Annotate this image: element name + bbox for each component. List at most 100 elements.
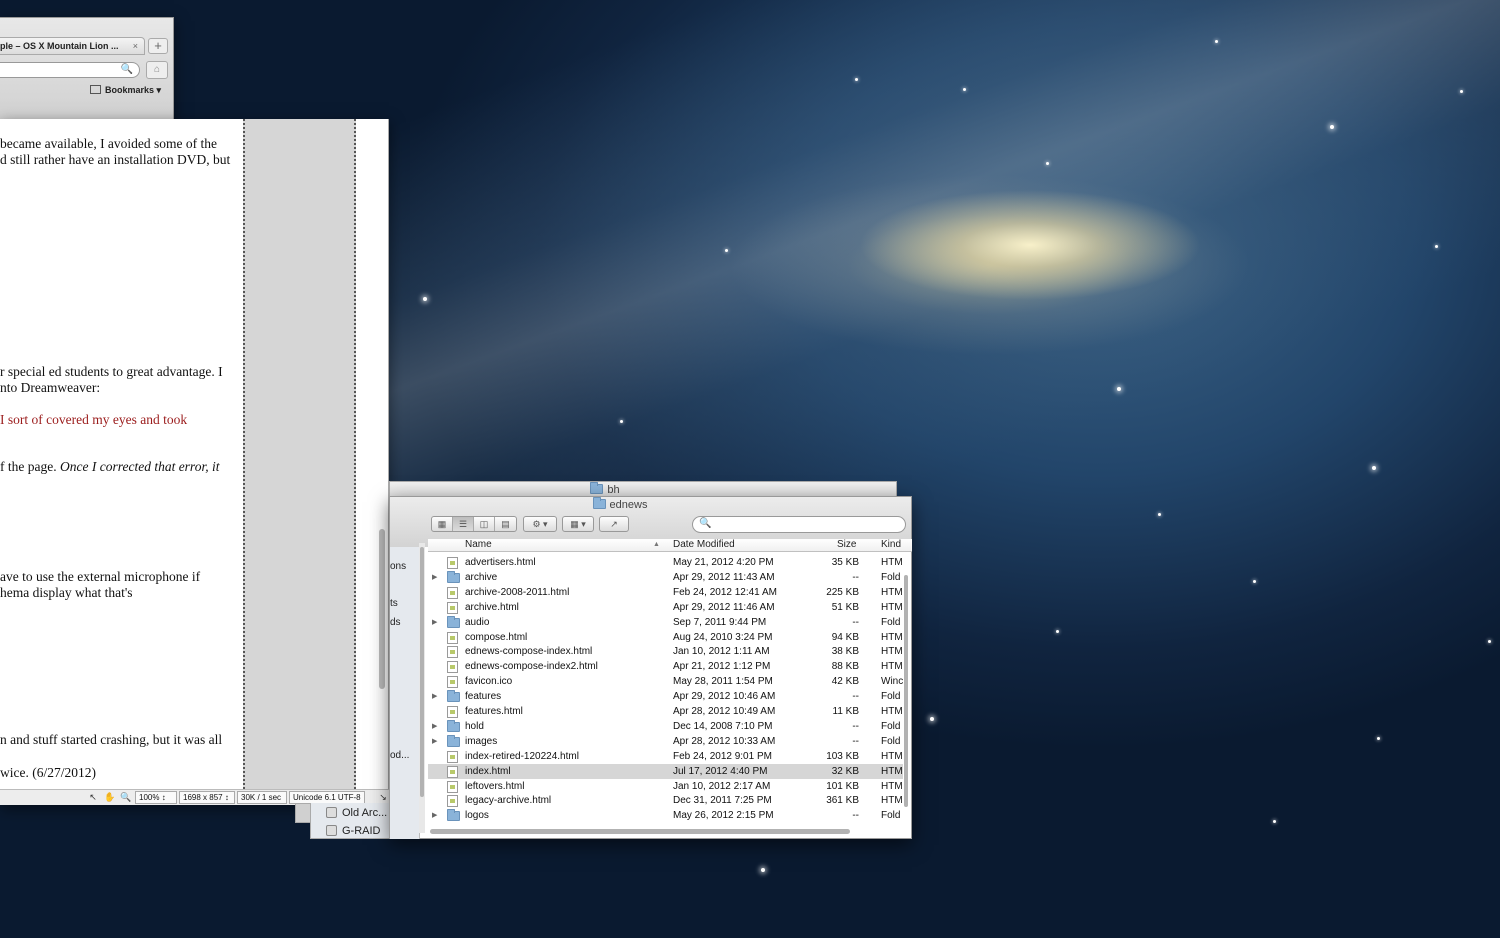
search-field[interactable]: 🔍	[692, 516, 906, 533]
device-item[interactable]: G-RAID	[326, 825, 381, 837]
file-name: images	[465, 735, 498, 747]
file-size: --	[852, 691, 859, 703]
disclosure-triangle-icon[interactable]: ▶	[432, 734, 437, 749]
window-edge	[295, 803, 311, 823]
page-margin-guide	[243, 119, 356, 789]
table-row[interactable]: advertisers.html May 21, 2012 4:20 PM 35 K…	[428, 555, 903, 570]
table-row[interactable]: ▶ audio Sep 7, 2011 9:44 PM -- Fold	[428, 615, 903, 630]
bookmarks-menu[interactable]: Bookmarks ▾	[90, 85, 161, 96]
doc-line: r special ed students to great advantage…	[0, 364, 223, 379]
table-row[interactable]: ▶ images Apr 28, 2012 10:33 AM -- Fold	[428, 734, 903, 749]
arrange-icon: ▦ ▾	[570, 519, 586, 529]
table-row[interactable]: ▶ archive Apr 29, 2012 11:43 AM -- Fold	[428, 570, 903, 585]
scroll-thumb[interactable]	[904, 575, 908, 807]
list-view-button[interactable]: ☰	[453, 517, 474, 531]
table-row[interactable]: ▶ logos May 26, 2012 2:15 PM -- Fold	[428, 808, 903, 823]
table-row[interactable]: legacy-archive.html Dec 31, 2011 7:25 PM 3…	[428, 793, 903, 808]
icon-view-button[interactable]: ▦	[432, 517, 453, 531]
table-row[interactable]: leftovers.html Jan 10, 2012 2:17 AM 101 KB…	[428, 779, 903, 794]
file-list-hscroll[interactable]	[430, 829, 850, 834]
search-icon: 🔍	[120, 64, 133, 75]
file-name: leftovers.html	[465, 780, 525, 792]
disclosure-triangle-icon[interactable]: ▶	[432, 719, 437, 734]
file-name: advertisers.html	[465, 557, 536, 568]
table-row[interactable]: archive.html Apr 29, 2012 11:46 AM 51 KB HT…	[428, 600, 903, 615]
sidebar-scrollbar[interactable]	[419, 543, 425, 833]
star	[1117, 387, 1121, 391]
file-kind: HTM	[881, 586, 903, 598]
table-row[interactable]: index-retired-120224.html Feb 24, 2012 9:…	[428, 749, 903, 764]
file-size: --	[852, 616, 859, 628]
file-date: May 28, 2011 1:54 PM	[673, 676, 773, 688]
file-list-vscroll[interactable]	[903, 571, 909, 835]
star	[1158, 513, 1161, 516]
arrange-menu[interactable]: ▦ ▾	[562, 516, 594, 532]
disclosure-triangle-icon[interactable]: ▶	[432, 689, 437, 704]
file-name: hold	[465, 720, 484, 732]
file-kind: HTM	[881, 631, 903, 643]
star	[1046, 162, 1049, 165]
table-row[interactable]: favicon.ico May 28, 2011 1:54 PM 42 KB Winc	[428, 674, 903, 689]
new-tab-button[interactable]: +	[148, 38, 168, 54]
device-item[interactable]: Old Arc...	[326, 807, 387, 819]
column-name[interactable]: Name	[465, 539, 492, 551]
doc-text: f the page.	[0, 459, 60, 474]
file-size: 51 KB	[831, 601, 859, 613]
table-row[interactable]: ednews-compose-index.html Jan 10, 2012 1:…	[428, 644, 903, 659]
table-row[interactable]: compose.html Aug 24, 2010 3:24 PM 94 KB HTM	[428, 630, 903, 645]
browser-tab[interactable]: ple – OS X Mountain Lion ... ×	[0, 37, 145, 55]
coverflow-view-button[interactable]: ▤	[495, 517, 516, 531]
table-row[interactable]: features.html Apr 28, 2012 10:49 AM 11 KB H…	[428, 704, 903, 719]
column-size[interactable]: Size	[837, 539, 856, 551]
home-icon: ⌂	[153, 64, 161, 75]
column-view-button[interactable]: ◫	[474, 517, 495, 531]
zoom-tool-icon[interactable]: 🔍	[120, 792, 131, 802]
sidebar-item[interactable]: ts	[390, 598, 398, 609]
share-button[interactable]: ↗	[599, 516, 629, 532]
sidebar-item[interactable]: od...	[390, 750, 409, 761]
table-row[interactable]: ednews-compose-index2.html Apr 21, 2012 1…	[428, 659, 903, 674]
table-row[interactable]: archive-2008-2011.html Feb 24, 2012 12:41…	[428, 585, 903, 600]
folder-icon	[590, 482, 604, 494]
file-date: Apr 28, 2012 10:33 AM	[673, 735, 776, 747]
resize-grip-icon[interactable]: ↘	[378, 792, 388, 802]
sidebar-item[interactable]: ds	[390, 617, 401, 628]
address-bar[interactable]: 🔍	[0, 62, 140, 78]
file-size: 94 KB	[831, 631, 859, 643]
disclosure-triangle-icon[interactable]: ▶	[432, 615, 437, 630]
home-button[interactable]: ⌂	[146, 61, 168, 79]
vertical-scrollbar[interactable]	[379, 529, 385, 689]
file-kind: HTM	[881, 765, 903, 777]
document-area[interactable]: became available, I avoided some of the …	[0, 119, 243, 789]
column-date[interactable]: Date Modified	[673, 539, 735, 551]
folder-icon	[592, 497, 606, 509]
close-tab-icon[interactable]: ×	[133, 38, 138, 54]
window-size-select[interactable]: 1698 x 857 ↕	[179, 791, 235, 804]
file-date: Dec 14, 2008 7:10 PM	[673, 720, 773, 732]
doc-text-italic: Once I corrected that error, it	[59, 459, 220, 474]
table-row[interactable]: ▶ hold Dec 14, 2008 7:10 PM -- Fold	[428, 719, 903, 734]
select-tool-icon[interactable]: ↖	[88, 792, 98, 802]
table-row[interactable]: ▶ features Apr 29, 2012 10:46 AM -- Fold	[428, 689, 903, 704]
disclosure-triangle-icon[interactable]: ▶	[432, 570, 437, 585]
file-kind: HTM	[881, 661, 903, 673]
file-name: logos	[465, 810, 489, 822]
action-menu[interactable]: ⚙ ▾	[523, 516, 557, 532]
star	[1330, 125, 1334, 129]
scroll-thumb[interactable]	[420, 547, 424, 797]
file-name: index-retired-120224.html	[465, 750, 579, 762]
hand-tool-icon[interactable]: ✋	[104, 792, 115, 802]
doc-line: d still rather have an installation DVD,…	[0, 152, 231, 167]
column-kind[interactable]: Kind	[881, 539, 901, 551]
sidebar-item[interactable]: ons	[390, 561, 406, 572]
file-size: 88 KB	[831, 661, 859, 673]
zoom-select[interactable]: 100% ↕	[135, 791, 177, 804]
star	[855, 78, 858, 81]
disclosure-triangle-icon[interactable]: ▶	[432, 808, 437, 823]
file-date: Apr 29, 2012 11:46 AM	[673, 601, 775, 613]
table-row[interactable]: index.html Jul 17, 2012 4:40 PM 32 KB HTM	[428, 763, 903, 779]
browser-tab-title: ple – OS X Mountain Lion ...	[0, 41, 119, 51]
finder-back-title: bh	[390, 482, 820, 496]
device-name: Old Arc...	[342, 807, 388, 819]
bookmarks-icon	[90, 85, 101, 94]
